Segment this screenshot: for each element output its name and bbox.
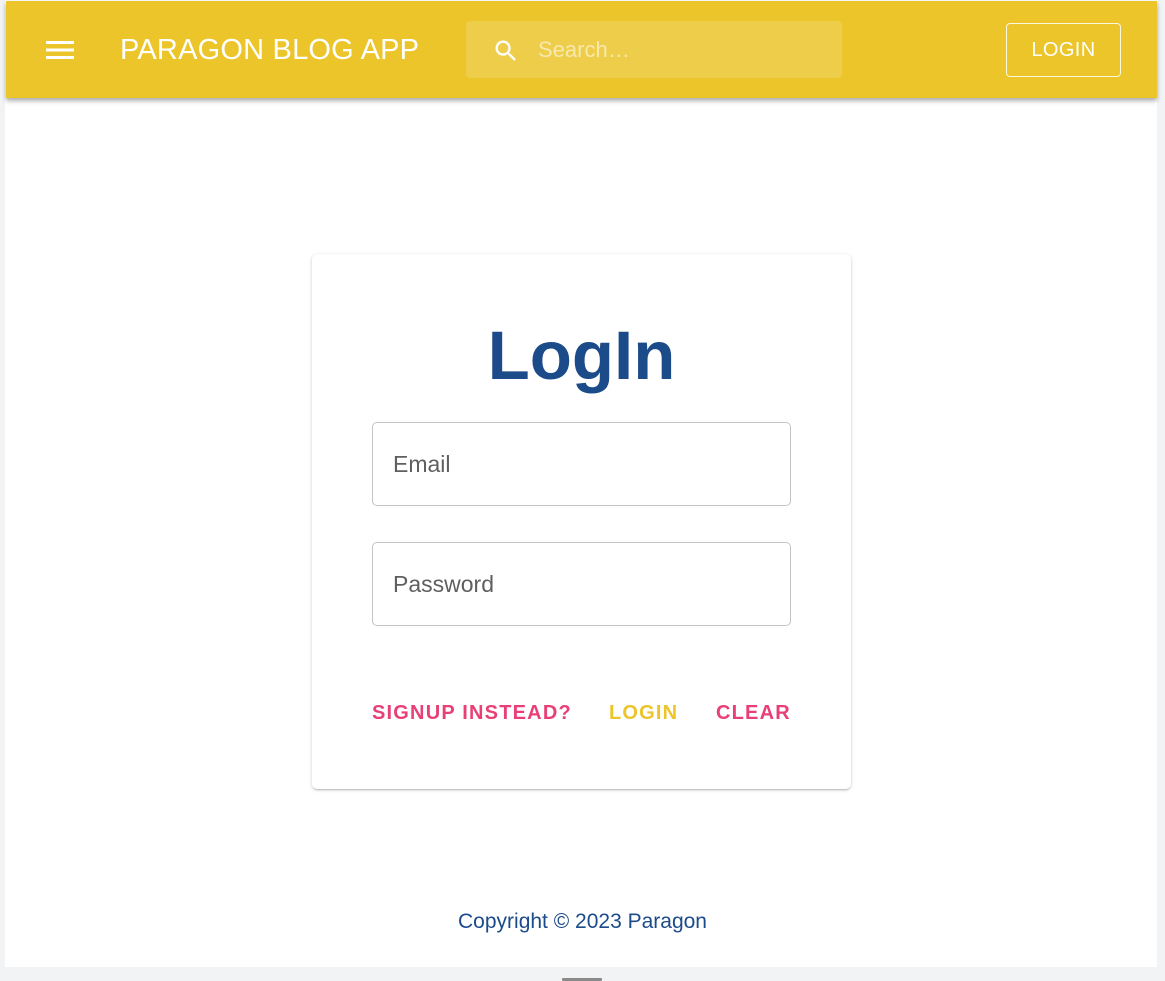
- login-card: LogIn SIGNUP INSTEAD? LOGIN CLEAR: [312, 254, 851, 789]
- app-title: PARAGON BLOG APP: [120, 34, 420, 66]
- appbar-login-button[interactable]: LOGIN: [1006, 23, 1121, 77]
- hamburger-menu-icon: [46, 41, 74, 59]
- search-icon: [495, 40, 516, 61]
- menu-button[interactable]: [42, 32, 78, 68]
- login-button[interactable]: LOGIN: [609, 700, 678, 726]
- login-title: LogIn: [487, 317, 676, 394]
- footer-copyright: Copyright © 2023 Paragon: [458, 910, 707, 933]
- search-input[interactable]: [538, 21, 834, 78]
- password-input[interactable]: [373, 543, 790, 625]
- signup-instead-button[interactable]: SIGNUP INSTEAD?: [372, 700, 572, 726]
- clear-button[interactable]: CLEAR: [716, 700, 791, 726]
- search-box: [466, 21, 842, 78]
- email-field: [372, 422, 791, 506]
- card-actions: SIGNUP INSTEAD? LOGIN CLEAR: [372, 700, 791, 730]
- password-field: [372, 542, 791, 626]
- email-input[interactable]: [373, 423, 790, 505]
- app-bar: PARAGON BLOG APP LOGIN: [6, 1, 1157, 98]
